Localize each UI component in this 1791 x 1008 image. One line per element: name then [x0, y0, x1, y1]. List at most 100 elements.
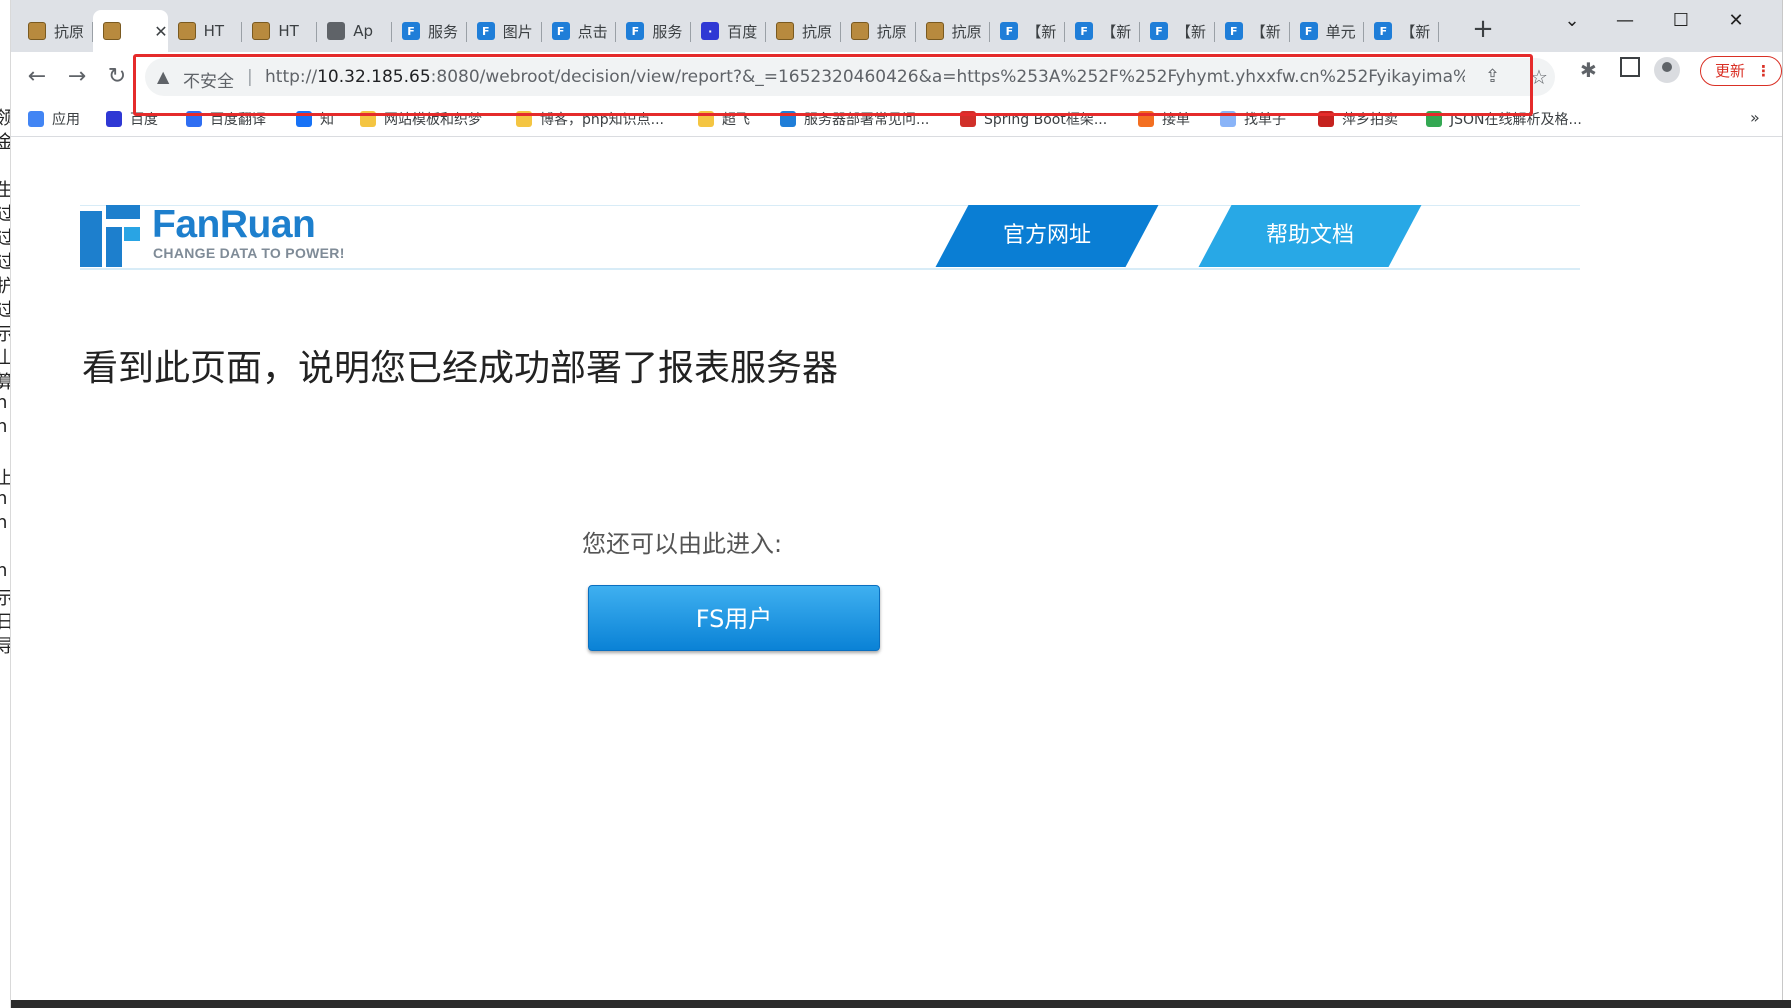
background-text-fragment: 金 [0, 128, 10, 154]
browser-tab[interactable]: F 【新 [1215, 10, 1290, 52]
background-text-fragment: 上 [0, 464, 10, 490]
background-text-fragment: 护 [0, 272, 10, 298]
background-text-fragment: 导 [0, 632, 10, 658]
background-text-fragment: n [0, 392, 7, 413]
close-tab-icon[interactable]: ✕ [154, 22, 167, 41]
image-favicon-icon [776, 22, 794, 40]
more-menu-icon[interactable]: ⋮ [1756, 57, 1771, 85]
help-docs-button[interactable]: 帮助文档 [1198, 205, 1422, 267]
browser-tab[interactable]: 抗原 [841, 10, 916, 52]
background-text-fragment: 山 [0, 344, 10, 370]
minimize-button[interactable]: — [1605, 6, 1645, 36]
tab-title: 抗原 [54, 22, 84, 41]
new-tab-button[interactable]: + [1468, 14, 1498, 44]
browser-tab[interactable]: HT [168, 10, 243, 52]
baidu-favicon-icon: · [701, 22, 720, 40]
background-text-fragment: n [0, 488, 7, 509]
browser-window: 抗原 ✕ HT HT Ap F 服务 F 图片 F 点击 F 服务 · 百度 抗原 抗原 抗原 F 【新 F 【新 F 【新 F… [10, 0, 1783, 1002]
logo-slogan: CHANGE DATA TO POWER! [153, 245, 345, 261]
tab-title: HT [203, 22, 225, 40]
tab-title: Ap [353, 22, 373, 40]
browser-tab[interactable]: F 图片 [467, 10, 542, 52]
tab-title: 图片 [502, 22, 533, 41]
fanruan-favicon-icon: F [551, 22, 570, 40]
taskbar-edge [0, 1000, 1791, 1008]
entry-prompt: 您还可以由此进入: [582, 530, 783, 558]
tab-title: 抗原 [802, 22, 832, 41]
background-text-fragment: 过 [0, 296, 10, 322]
tab-bar: 抗原 ✕ HT HT Ap F 服务 F 图片 F 点击 F 服务 · 百度 抗原 抗原 抗原 F 【新 F 【新 F 【新 F… [10, 0, 1782, 52]
fanruan-favicon-icon: F [1374, 22, 1393, 40]
tab-search-chevron-icon[interactable]: ⌄ [1552, 6, 1592, 36]
bookmark-favicon-icon [106, 111, 122, 127]
tab-title: 服务 [652, 22, 683, 41]
tab-separator [1438, 22, 1440, 42]
background-text-fragment: 过 [0, 224, 10, 250]
browser-tab[interactable]: F 【新 [990, 10, 1066, 52]
reload-icon[interactable]: ↻ [102, 62, 132, 92]
background-text-fragment: 领 [0, 104, 10, 130]
browser-tab[interactable]: F 服务 [616, 10, 692, 52]
background-text-fragment: 过 [0, 248, 10, 274]
browser-tab[interactable]: 抗原 [916, 10, 991, 52]
background-text-fragment: 生 [0, 176, 10, 202]
fanruan-favicon-icon: F [626, 22, 645, 40]
bookmark-label: 应用 [52, 112, 80, 128]
image-favicon-icon [102, 22, 121, 40]
background-text-fragment: 过 [0, 200, 10, 226]
tab-title: 【新 [1400, 22, 1431, 41]
browser-tab[interactable]: F 服务 [392, 10, 467, 52]
tab-title: 【新 [1101, 22, 1132, 41]
image-favicon-icon [177, 22, 196, 40]
extensions-puzzle-icon[interactable]: ✱ [1580, 58, 1597, 82]
tab-title: 单元 [1325, 22, 1356, 41]
update-button[interactable]: 更新 ⋮ [1700, 56, 1782, 86]
fanruan-favicon-icon: F [1150, 22, 1168, 40]
tab-title: 服务 [428, 22, 458, 41]
tab-title: 【新 [1250, 22, 1281, 41]
browser-tab[interactable]: F 【新 [1140, 10, 1215, 52]
page-content: FanRuan CHANGE DATA TO POWER! 官方网址 帮助文档 … [10, 137, 1782, 1002]
update-label: 更新 [1715, 62, 1746, 80]
tab-title: 抗原 [876, 22, 907, 41]
tab-title: 【新 [1026, 22, 1057, 41]
tab-title: 抗原 [951, 22, 982, 41]
maximize-button[interactable]: ☐ [1661, 6, 1701, 36]
back-arrow-icon[interactable]: ← [22, 62, 52, 92]
fanruan-favicon-icon: F [476, 22, 495, 40]
browser-tab[interactable]: 抗原 [18, 10, 93, 52]
browser-tab[interactable]: F 单元 [1290, 10, 1365, 52]
forward-arrow-icon[interactable]: → [62, 62, 92, 92]
browser-tab[interactable]: HT [242, 10, 318, 52]
side-panel-icon[interactable] [1620, 57, 1640, 77]
tab-title: 点击 [577, 22, 608, 41]
background-text-fragment: n [0, 512, 7, 533]
globe-favicon-icon [327, 22, 346, 40]
browser-tab[interactable]: · 百度 [691, 10, 766, 52]
browser-tab[interactable]: F 【新 [1364, 10, 1440, 52]
background-text-fragment: 示 [0, 320, 10, 346]
browser-tab[interactable]: F 【新 [1065, 10, 1140, 52]
browser-tab[interactable]: F 点击 [542, 10, 617, 52]
official-site-label: 官方网址 [1002, 223, 1091, 248]
bookmarks-overflow-icon[interactable]: » [1750, 108, 1760, 127]
tab-title: HT [278, 22, 299, 40]
image-favicon-icon [28, 22, 46, 40]
browser-tab[interactable]: 抗原 [766, 10, 841, 52]
bookmark-item[interactable]: 应用 [28, 108, 80, 130]
tab-title: 【新 [1176, 22, 1206, 41]
browser-tab[interactable]: ✕ [92, 10, 168, 52]
official-site-button[interactable]: 官方网址 [935, 205, 1159, 267]
background-text-fragment: 算 [0, 368, 10, 394]
fs-user-button[interactable]: FS用户 [588, 585, 880, 651]
close-window-button[interactable]: ✕ [1716, 6, 1756, 36]
bookmark-favicon-icon [28, 111, 44, 127]
background-window-edge: 领金生过过过护过示山算nn上nnn示日导 [0, 0, 11, 1008]
browser-tab[interactable]: Ap [317, 10, 392, 52]
fanruan-favicon-icon: F [1299, 22, 1318, 40]
background-text-fragment: 日 [0, 608, 10, 634]
tab-title: 百度 [727, 22, 758, 41]
profile-avatar-icon[interactable] [1654, 57, 1680, 83]
fanruan-logo-icon [80, 205, 140, 267]
fanruan-favicon-icon: F [1224, 22, 1243, 40]
